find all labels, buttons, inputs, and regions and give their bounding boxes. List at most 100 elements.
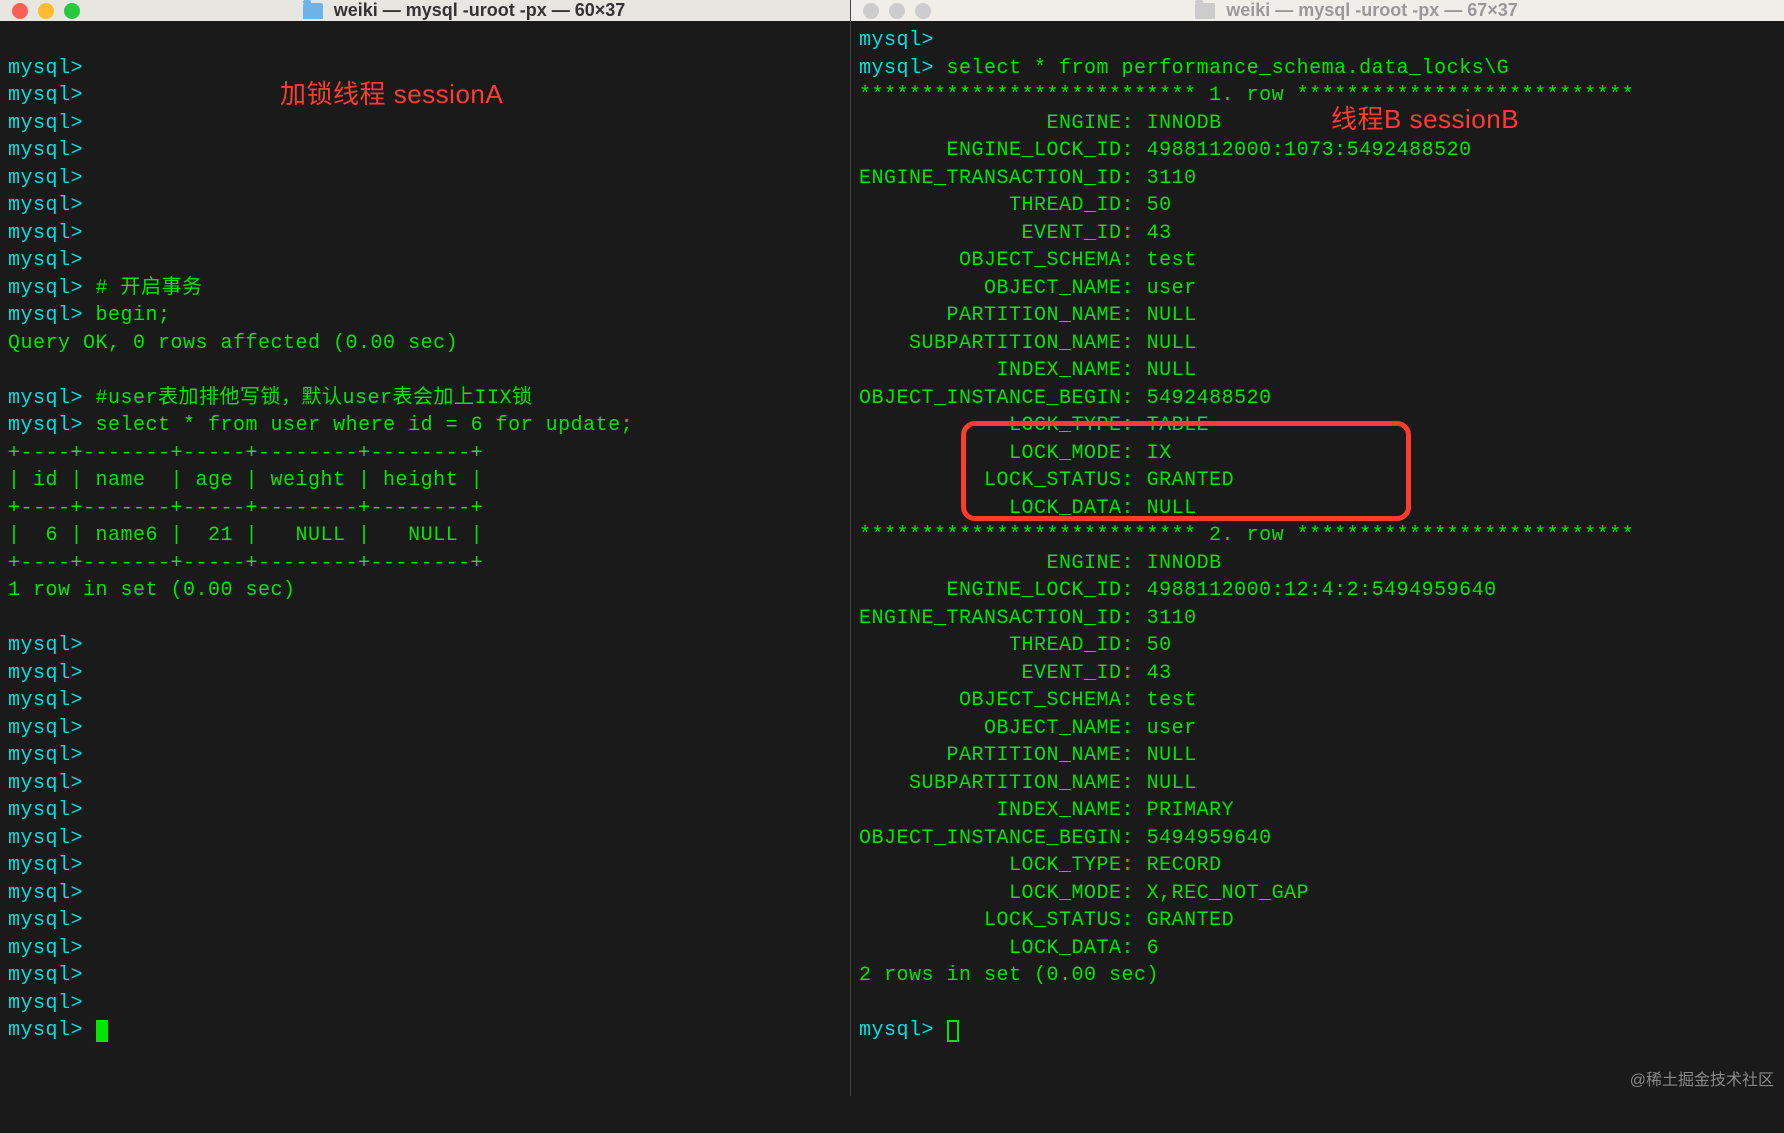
kv-value: test (1147, 249, 1197, 272)
highlight-lock-info (961, 421, 1411, 521)
kv-label: OBJECT_NAME: (859, 277, 1134, 300)
kv-value: 6 (1147, 937, 1160, 960)
kv-value: NULL (1147, 744, 1197, 767)
terminal-body-b[interactable]: mysql> mysql> select * from performance_… (851, 21, 1784, 1133)
table-row: | 6 | name6 | 21 | NULL | NULL | (8, 524, 483, 547)
kv-label: OBJECT_SCHEMA: (859, 249, 1134, 272)
prompt: mysql> (8, 222, 83, 245)
kv-label: EVENT_ID: (859, 222, 1134, 245)
title-text-a: weiki — mysql -uroot -px — 60×37 (334, 0, 626, 20)
close-icon[interactable] (863, 3, 879, 19)
prompt: mysql> (8, 194, 83, 217)
kv-value: 3110 (1147, 167, 1197, 190)
terminal-body-a[interactable]: mysql> mysql> mysql> mysql> mysql> mysql… (0, 21, 850, 1106)
kv-label: ENGINE_TRANSACTION_ID: (859, 607, 1134, 630)
maximize-icon[interactable] (64, 3, 80, 19)
watermark: @稀土掘金技术社区 (1630, 1066, 1774, 1090)
prompt: mysql> (8, 57, 83, 80)
titlebar-a[interactable]: weiki — mysql -uroot -px — 60×37 (0, 0, 850, 21)
table-sep: +----+-------+-----+--------+--------+ (8, 442, 483, 465)
prompt: mysql> (8, 937, 83, 960)
rows-result: 2 rows in set (0.00 sec) (859, 964, 1159, 987)
prompt: mysql> (859, 29, 934, 52)
kv-value: 43 (1147, 662, 1172, 685)
minimize-icon[interactable] (38, 3, 54, 19)
window-title-a: weiki — mysql -uroot -px — 60×37 (90, 0, 838, 21)
traffic-lights-a (12, 3, 80, 19)
prompt: mysql> (8, 772, 83, 795)
prompt: mysql> (8, 662, 83, 685)
kv-value: user (1147, 717, 1197, 740)
folder-icon (303, 3, 323, 19)
kv-label: OBJECT_NAME: (859, 717, 1134, 740)
kv-value: INNODB (1147, 552, 1222, 575)
kv-value: 4988112000:12:4:2:5494959640 (1147, 579, 1497, 602)
cmd-select-locks: select * from performance_schema.data_lo… (947, 57, 1510, 80)
kv-label: THREAD_ID: (859, 194, 1134, 217)
table-sep: +----+-------+-----+--------+--------+ (8, 552, 483, 575)
table-sep: +----+-------+-----+--------+--------+ (8, 497, 483, 520)
kv-value: NULL (1147, 332, 1197, 355)
row2-header: *************************** 2. row *****… (859, 524, 1634, 547)
minimize-icon[interactable] (889, 3, 905, 19)
kv-value: NULL (1147, 359, 1197, 382)
kv-value: PRIMARY (1147, 799, 1235, 822)
kv-value: test (1147, 689, 1197, 712)
prompt: mysql> (8, 84, 83, 107)
kv-label: OBJECT_SCHEMA: (859, 689, 1134, 712)
kv-label: OBJECT_INSTANCE_BEGIN: (859, 827, 1134, 850)
traffic-lights-b (863, 3, 931, 19)
cursor-icon (96, 1020, 108, 1042)
folder-icon (1195, 3, 1215, 19)
prompt: mysql> (859, 1019, 934, 1042)
kv-value: 43 (1147, 222, 1172, 245)
titlebar-b[interactable]: weiki — mysql -uroot -px — 67×37 (851, 0, 1784, 21)
kv-label: OBJECT_INSTANCE_BEGIN: (859, 387, 1134, 410)
kv-label: LOCK_MODE: (859, 882, 1134, 905)
prompt: mysql> (8, 277, 83, 300)
query-ok: Query OK, 0 rows affected (0.00 sec) (8, 332, 458, 355)
kv-label: ENGINE: (859, 552, 1134, 575)
prompt: mysql> (8, 909, 83, 932)
kv-label: EVENT_ID: (859, 662, 1134, 685)
terminal-window-b: weiki — mysql -uroot -px — 67×37 mysql> … (850, 0, 1784, 1096)
kv-value: X,REC_NOT_GAP (1147, 882, 1310, 905)
kv-label: THREAD_ID: (859, 634, 1134, 657)
cursor-outline-icon (947, 1020, 959, 1042)
maximize-icon[interactable] (915, 3, 931, 19)
prompt: mysql> (8, 854, 83, 877)
kv-value: RECORD (1147, 854, 1222, 877)
kv-value: NULL (1147, 772, 1197, 795)
comment-lock: #user表加排他写锁，默认user表会加上IIX锁 (96, 387, 533, 410)
annotation-session-b: 线程B sessionB (1331, 106, 1519, 134)
kv-value: user (1147, 277, 1197, 300)
prompt: mysql> (8, 882, 83, 905)
kv-value: 50 (1147, 634, 1172, 657)
prompt: mysql> (8, 139, 83, 162)
prompt: mysql> (8, 249, 83, 272)
cmd-begin: begin; (96, 304, 171, 327)
prompt: mysql> (8, 689, 83, 712)
close-icon[interactable] (12, 3, 28, 19)
prompt: mysql> (8, 112, 83, 135)
kv-value: 5494959640 (1147, 827, 1272, 850)
prompt: mysql> (8, 1019, 83, 1042)
window-title-b: weiki — mysql -uroot -px — 67×37 (941, 0, 1772, 21)
prompt: mysql> (8, 414, 83, 437)
prompt: mysql> (8, 992, 83, 1015)
kv-value: 4988112000:1073:5492488520 (1147, 139, 1472, 162)
kv-label: INDEX_NAME: (859, 359, 1134, 382)
kv-value: 3110 (1147, 607, 1197, 630)
prompt: mysql> (8, 964, 83, 987)
title-text-b: weiki — mysql -uroot -px — 67×37 (1226, 0, 1518, 20)
kv-label: LOCK_TYPE: (859, 854, 1134, 877)
prompt: mysql> (8, 717, 83, 740)
annotation-session-a: 加锁线程 sessionA (280, 81, 503, 109)
kv-label: PARTITION_NAME: (859, 744, 1134, 767)
result-count: 1 row in set (0.00 sec) (8, 579, 296, 602)
kv-label: SUBPARTITION_NAME: (859, 772, 1134, 795)
kv-label: ENGINE_TRANSACTION_ID: (859, 167, 1134, 190)
prompt: mysql> (859, 57, 934, 80)
prompt: mysql> (8, 304, 83, 327)
kv-label: SUBPARTITION_NAME: (859, 332, 1134, 355)
